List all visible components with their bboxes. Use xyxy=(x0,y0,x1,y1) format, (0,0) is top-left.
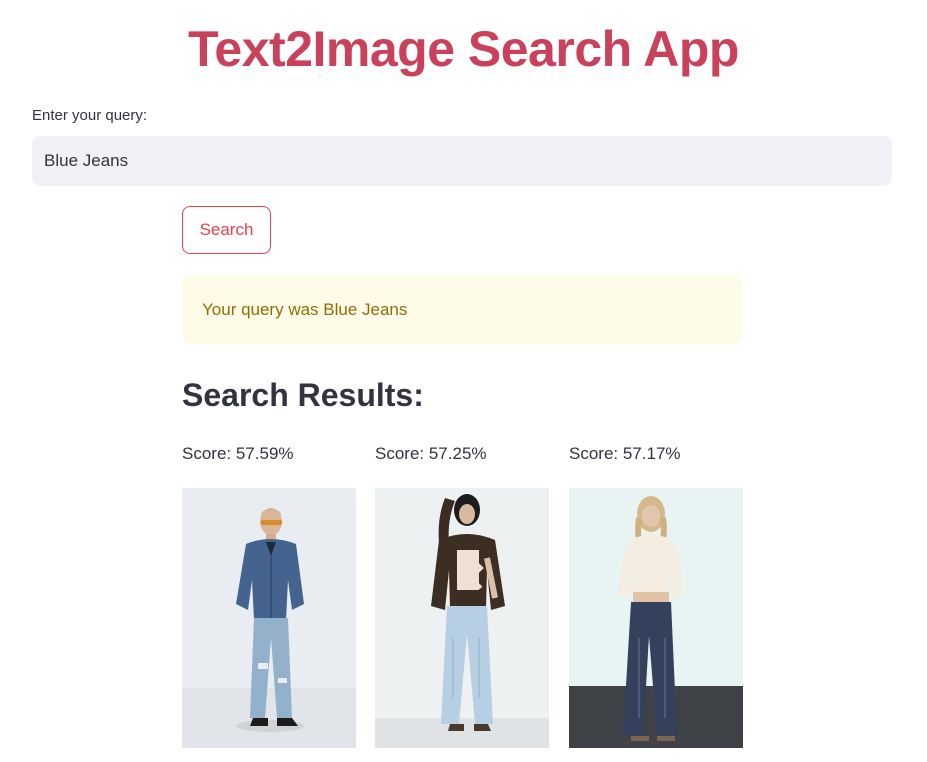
app-title: Text2Image Search App xyxy=(188,21,739,77)
result-image[interactable] xyxy=(375,488,549,748)
result-card: Score: 57.17% xyxy=(569,440,743,748)
result-score: Score: 57.59% xyxy=(182,444,294,463)
result-card: Score: 57.59% xyxy=(182,440,356,748)
app-page: Text2Image Search App Enter your query: … xyxy=(0,0,927,762)
result-card: Score: 57.25% xyxy=(375,440,549,748)
query-alert: Your query was Blue Jeans xyxy=(182,275,742,344)
result-image[interactable] xyxy=(569,488,743,748)
result-score: Score: 57.17% xyxy=(569,444,681,463)
query-label: Enter your query: xyxy=(32,107,148,124)
result-image[interactable] xyxy=(182,488,356,748)
query-alert-text: Your query was Blue Jeans xyxy=(202,299,408,319)
query-input[interactable] xyxy=(32,136,892,186)
results-heading: Search Results: xyxy=(182,377,424,413)
result-score: Score: 57.25% xyxy=(375,444,487,463)
search-button[interactable]: Search xyxy=(182,206,271,254)
